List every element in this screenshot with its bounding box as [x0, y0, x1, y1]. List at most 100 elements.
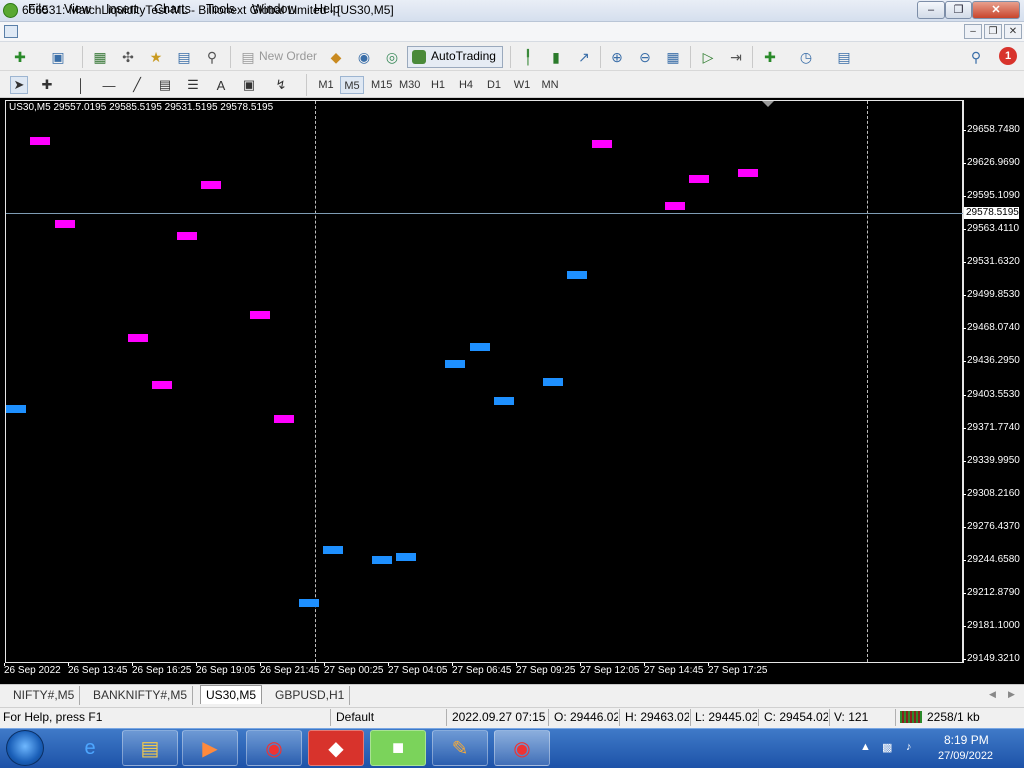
show-hidden-icons-icon[interactable]: ▲ [860, 741, 871, 753]
zoom-in-icon[interactable]: ⊕ [607, 47, 627, 67]
chart-tab[interactable]: US30,M5 [200, 685, 263, 704]
chart-tab[interactable]: BANKNIFTY#,M5 [88, 686, 194, 705]
timeframe-m15[interactable]: M15 [368, 76, 395, 94]
templates-icon[interactable]: ▤ [834, 47, 854, 67]
mdi-close-button[interactable]: ✕ [1004, 24, 1022, 39]
new-order-button[interactable]: New Order [259, 49, 317, 63]
internet-explorer-icon[interactable]: e [62, 730, 118, 766]
start-button[interactable] [6, 730, 44, 766]
time-axis-label: 26 Sep 2022 [4, 665, 61, 676]
sell-level-marker [54, 220, 75, 229]
chrome-icon[interactable]: ◉ [246, 730, 302, 766]
toolbar-separator [82, 46, 83, 68]
strategy-tester-icon[interactable]: ⚲ [202, 47, 222, 67]
volume-icon[interactable]: ♪ [906, 741, 912, 753]
menu-window[interactable]: Window [252, 2, 296, 16]
timeframe-h1[interactable]: H1 [426, 76, 450, 94]
line-chart-icon[interactable]: ↗ [574, 47, 594, 67]
chart-tab[interactable]: NIFTY#,M5 [8, 686, 81, 705]
file-explorer-icon[interactable]: ▤ [122, 730, 178, 766]
candlestick-icon[interactable]: ▮ [546, 47, 566, 67]
menu-view[interactable]: View [64, 2, 91, 16]
network-icon[interactable]: ▩ [882, 741, 892, 754]
timeframe-w1[interactable]: W1 [510, 76, 534, 94]
timeframe-h4[interactable]: H4 [454, 76, 478, 94]
profiles-icon[interactable]: ▣ [48, 47, 68, 67]
close-button[interactable]: ✕ [972, 1, 1020, 19]
timeframe-d1[interactable]: D1 [482, 76, 506, 94]
periods-icon[interactable]: ◷ [796, 47, 816, 67]
chrome-active-icon[interactable]: ◉ [494, 730, 550, 766]
arrows-icon[interactable]: ↯ [268, 76, 294, 94]
paint-icon[interactable]: ✎ [432, 730, 488, 766]
data-window-icon[interactable]: ✣ [118, 47, 138, 67]
buy-level-marker [494, 396, 514, 405]
status-separator [829, 709, 830, 726]
new-chart-icon[interactable]: ✚ [10, 47, 30, 67]
sell-level-marker [201, 180, 222, 189]
buy-level-marker [396, 552, 417, 561]
price-axis-label: 29468.0740 [967, 322, 1020, 333]
text-icon[interactable]: A [212, 76, 230, 94]
price-axis-label: 29276.4370 [967, 521, 1020, 532]
terminal-icon[interactable]: ▤ [174, 47, 194, 67]
fibonacci-icon[interactable]: ☰ [184, 76, 202, 94]
taskbar-time[interactable]: 8:19 PM [944, 733, 989, 747]
buy-level-marker [469, 342, 490, 351]
menu-insert[interactable]: Insert [106, 2, 137, 16]
equidistant-channel-icon[interactable]: ▤ [156, 76, 174, 94]
price-tick [963, 626, 966, 627]
search-icon[interactable]: ⚲ [966, 47, 986, 67]
chart-tab[interactable]: GBPUSD,H1 [270, 686, 351, 705]
metaeditor-icon[interactable]: ◆ [326, 47, 346, 67]
mdi-minimize-button[interactable]: – [964, 24, 982, 39]
signals-icon[interactable]: ◉ [354, 47, 374, 67]
chart-shift-icon[interactable]: ⇥ [726, 47, 746, 67]
mdi-restore-button[interactable]: ❐ [984, 24, 1002, 39]
vps-icon[interactable]: ◎ [382, 47, 402, 67]
restore-button[interactable]: ❐ [945, 1, 972, 19]
notification-badge[interactable]: 1 [999, 47, 1017, 65]
menu-file[interactable]: File [28, 2, 48, 16]
toolbar-separator [600, 46, 601, 68]
taskbar-date[interactable]: 27/09/2022 [938, 750, 993, 762]
tab-scroll-left-icon[interactable]: ◀ [989, 689, 996, 700]
price-axis-label: 29436.2950 [967, 355, 1020, 366]
text-label-icon[interactable]: ▣ [240, 76, 258, 94]
menu-charts[interactable]: Charts [154, 2, 191, 16]
price-axis-label: 29531.6320 [967, 256, 1020, 267]
crosshair-icon[interactable]: ✚ [38, 76, 56, 94]
menu-help[interactable]: Help [314, 2, 340, 16]
status-separator [690, 709, 691, 726]
navigator-icon[interactable]: ★ [146, 47, 166, 67]
sell-level-marker [591, 140, 612, 149]
connection-status-icon[interactable] [900, 711, 922, 723]
tile-windows-icon[interactable]: ▦ [663, 47, 683, 67]
anydesk-icon[interactable]: ◆ [308, 730, 364, 766]
chart-window-icon[interactable] [4, 25, 18, 38]
minimize-button[interactable]: – [917, 1, 945, 19]
chart-shift-marker[interactable] [762, 101, 774, 107]
timeframe-m30[interactable]: M30 [396, 76, 423, 94]
timeframe-m1[interactable]: M1 [314, 76, 338, 94]
price-tick [963, 395, 966, 396]
tab-scroll-right-icon[interactable]: ▶ [1008, 689, 1015, 700]
indicators-icon[interactable]: ✚ [760, 47, 780, 67]
trendline-icon[interactable]: ╱ [128, 76, 146, 94]
status-separator [758, 709, 759, 726]
timeframe-m5[interactable]: M5 [340, 76, 364, 94]
horizontal-line-icon[interactable]: — [100, 76, 118, 94]
market-watch-icon[interactable]: ▦ [90, 47, 110, 67]
media-player-icon[interactable]: ▶ [182, 730, 238, 766]
bar-chart-icon[interactable]: ╿ [518, 47, 538, 67]
cursor-icon[interactable]: ➤ [10, 76, 28, 94]
app-green-icon[interactable]: ■ [370, 730, 426, 766]
price-axis-label: 29244.6580 [967, 554, 1020, 565]
timeframe-mn[interactable]: MN [538, 76, 562, 94]
autoscroll-icon[interactable]: ▷ [698, 47, 718, 67]
price-axis-label: 29499.8530 [967, 289, 1020, 300]
menu-tools[interactable]: Tools [206, 2, 235, 16]
new-order-icon[interactable]: ▤ [238, 47, 258, 67]
zoom-out-icon[interactable]: ⊖ [635, 47, 655, 67]
vertical-line-icon[interactable]: │ [72, 76, 90, 94]
